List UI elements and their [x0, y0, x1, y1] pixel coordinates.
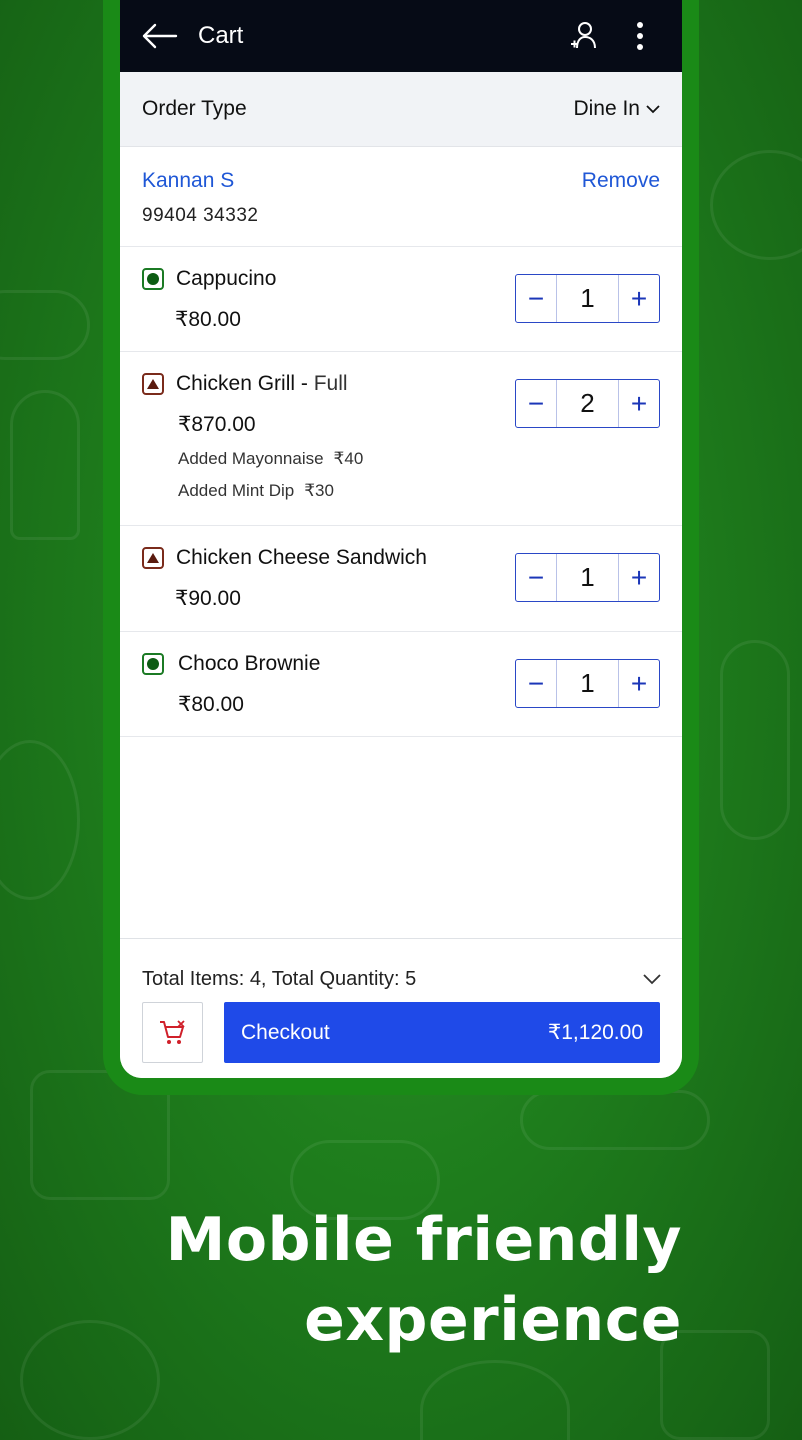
veg-icon [142, 268, 164, 290]
add-user-icon[interactable] [562, 14, 606, 58]
tagline-line-2: experience [304, 1285, 682, 1355]
cart-summary-text: Total Items: 4, Total Quantity: 5 [142, 967, 417, 990]
order-type-value: Dine In [573, 97, 640, 120]
customer-section: Kannan S 99404 34332 Remove [120, 147, 682, 247]
item-name: Chicken Grill - [176, 372, 314, 395]
list-item: Cappucino ₹80.00 − 1 + [120, 247, 682, 352]
increment-button[interactable]: + [619, 554, 659, 601]
cart-screen: Cart Order Type Dine In Kannan S 99404 3… [120, 0, 682, 1078]
quantity-value: 1 [556, 554, 619, 601]
increment-button[interactable]: + [619, 660, 659, 707]
clear-cart-button[interactable] [142, 1002, 203, 1063]
list-item: Chicken Cheese Sandwich ₹90.00 − 1 + [120, 526, 682, 632]
quantity-stepper: − 1 + [515, 274, 660, 323]
checkout-label: Checkout [241, 1020, 330, 1044]
decrement-button[interactable]: − [516, 275, 556, 322]
order-type-dropdown[interactable]: Dine In [573, 97, 660, 121]
item-name-wrap: Chicken Grill - Full [176, 372, 348, 396]
addon-amount: ₹40 [333, 449, 364, 468]
decrement-button[interactable]: − [516, 660, 556, 707]
list-item: Choco Brownie ₹80.00 − 1 + [120, 632, 682, 737]
chevron-down-icon[interactable] [642, 973, 662, 985]
veg-icon [142, 653, 164, 675]
cart-summary[interactable]: Total Items: 4, Total Quantity: 5 [120, 939, 682, 1001]
non-veg-icon [142, 373, 164, 395]
list-item: Chicken Grill - Full ₹870.00 Added Mayon… [120, 352, 682, 526]
addon-amount: ₹30 [304, 481, 334, 500]
addon-label: Added Mayonnaise [178, 449, 324, 468]
cart-footer: Total Items: 4, Total Quantity: 5 Checko… [120, 938, 682, 1078]
arrow-left-icon[interactable] [140, 16, 180, 56]
background-doodle [710, 150, 802, 260]
decrement-button[interactable]: − [516, 380, 556, 427]
order-type-label: Order Type [142, 97, 247, 120]
quantity-stepper: − 1 + [515, 659, 660, 708]
item-name: Choco Brownie [178, 652, 321, 675]
non-veg-icon [142, 547, 164, 569]
background-doodle [520, 1090, 710, 1150]
increment-button[interactable]: + [619, 380, 659, 427]
page-title: Cart [198, 22, 244, 49]
background-doodle [0, 290, 90, 360]
item-addon: Added Mayonnaise ₹40 [178, 449, 660, 469]
background-doodle [10, 390, 80, 540]
chevron-down-icon [646, 105, 660, 114]
remove-customer-button[interactable]: Remove [582, 169, 660, 193]
quantity-stepper: − 1 + [515, 553, 660, 602]
quantity-value: 1 [556, 275, 619, 322]
item-name: Chicken Cheese Sandwich [176, 546, 427, 569]
promo-tagline: Mobile friendly experience [166, 1200, 682, 1360]
item-addon: Added Mint Dip ₹30 [178, 481, 660, 501]
background-doodle [720, 640, 790, 840]
customer-phone: 99404 34332 [142, 205, 259, 226]
increment-button[interactable]: + [619, 275, 659, 322]
quantity-stepper: − 2 + [515, 379, 660, 428]
item-variant: Full [313, 372, 348, 395]
background-doodle [20, 1320, 160, 1440]
addon-label: Added Mint Dip [178, 481, 295, 500]
checkout-total: ₹1,120.00 [547, 1021, 643, 1044]
app-bar: Cart [120, 0, 682, 72]
cart-remove-icon [159, 1019, 185, 1044]
checkout-button[interactable]: Checkout ₹1,120.00 [224, 1002, 660, 1063]
item-name: Cappucino [176, 267, 277, 290]
background-doodle [420, 1360, 570, 1440]
background-doodle [0, 740, 80, 900]
more-vertical-icon[interactable] [618, 14, 662, 58]
quantity-value: 2 [556, 380, 619, 427]
order-type-row[interactable]: Order Type Dine In [120, 72, 682, 147]
quantity-value: 1 [556, 660, 619, 707]
decrement-button[interactable]: − [516, 554, 556, 601]
tagline-line-1: Mobile friendly [165, 1205, 682, 1275]
